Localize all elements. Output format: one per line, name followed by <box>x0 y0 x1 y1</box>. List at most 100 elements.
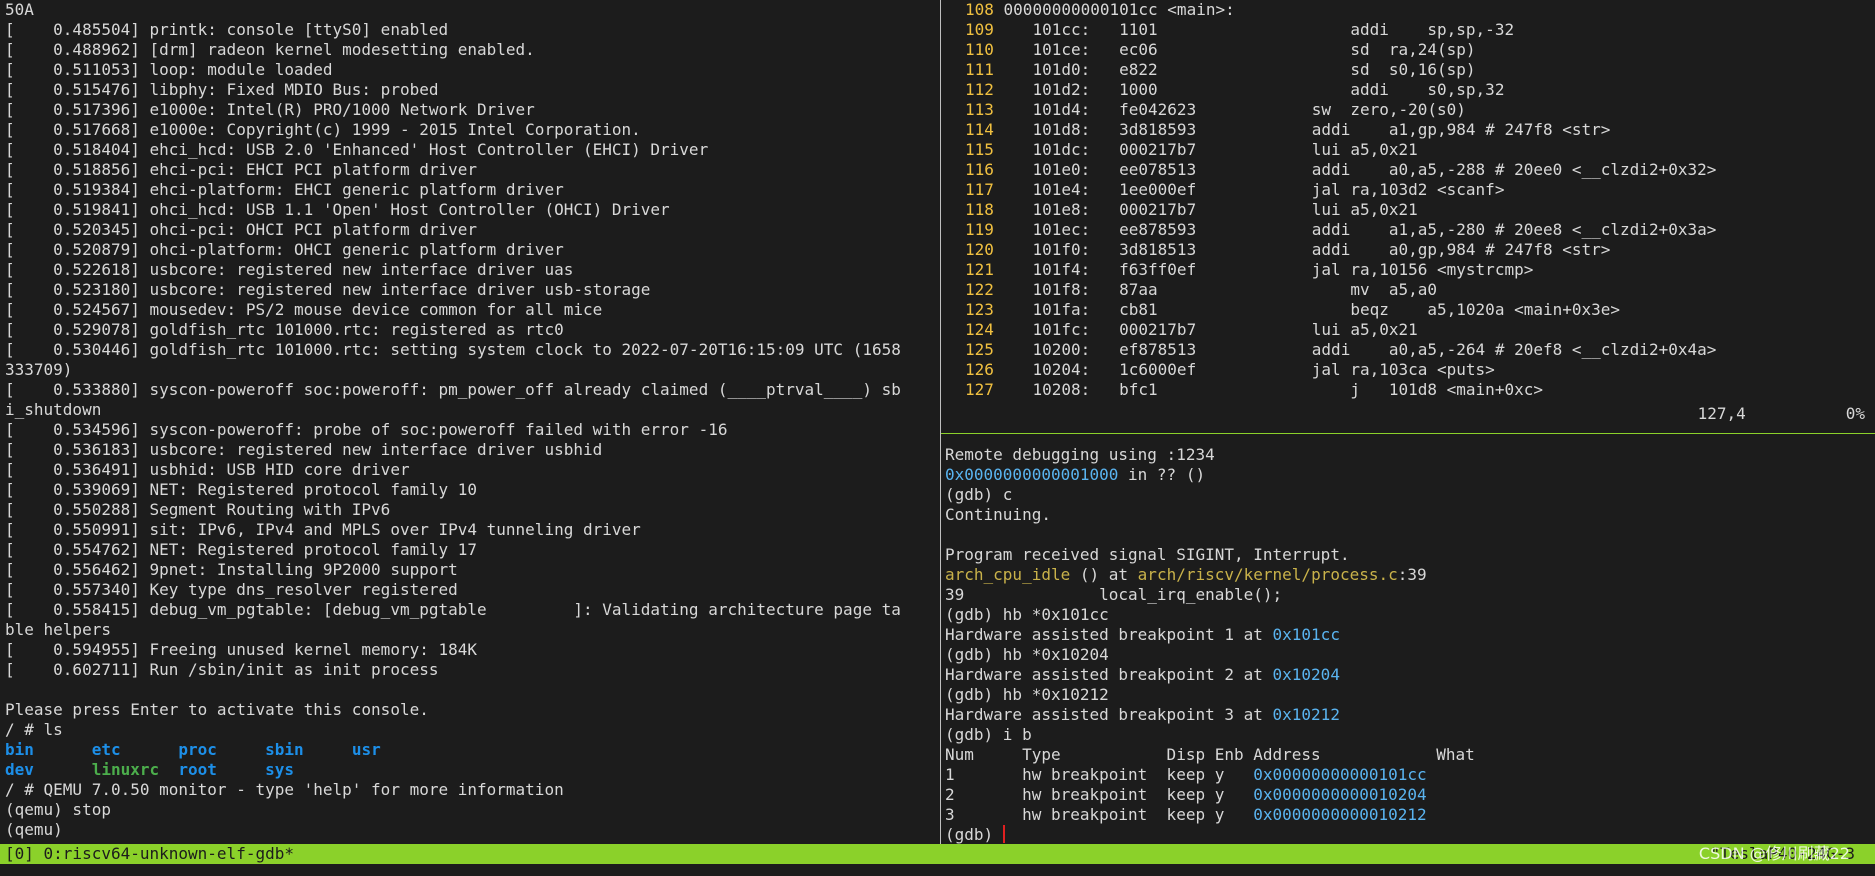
log-line: [ 0.517396] e1000e: Intel(R) PRO/1000 Ne… <box>5 100 535 119</box>
line-number: 122 <box>965 280 994 299</box>
line-number: 109 <box>965 20 994 39</box>
line-number: 111 <box>965 60 994 79</box>
code-line: 114 101d8: 3d818593 addi a1,gp,984 # 247… <box>965 120 1875 140</box>
log-line: [ 0.524567] mousedev: PS/2 mouse device … <box>5 300 603 319</box>
log-line: [ 0.534596] syscon-poweroff: probe of so… <box>5 420 728 439</box>
line-number: 116 <box>965 160 994 179</box>
tmux-window-tab[interactable]: [0] 0:riscv64-unknown-elf-gdb* <box>5 844 294 864</box>
breakpoint-row: 2 hw breakpoint keep y <box>945 785 1254 804</box>
log-line: [ 0.594955] Freeing unused kernel memory… <box>5 640 478 659</box>
gdb-output: Remote debugging using :1234 0x000000000… <box>945 437 1875 844</box>
log-line: [ 0.602711] Run /sbin/init as init proce… <box>5 660 439 679</box>
code-line: 113 101d4: fe042623 sw zero,-20(s0) <box>965 100 1875 120</box>
ls-entry-dir: root <box>178 760 217 779</box>
code-line: 108 00000000000101cc <main>: <box>965 0 1875 20</box>
log-line: [ 0.515476] libphy: Fixed MDIO Bus: prob… <box>5 80 439 99</box>
code-line: 126 10204: 1c6000ef jal ra,103ca <puts> <box>965 360 1875 380</box>
line-number: 117 <box>965 180 994 199</box>
pane-divider-vertical[interactable] <box>940 0 941 844</box>
log-line: [ 0.530446] goldfish_rtc 101000.rtc: set… <box>5 340 901 359</box>
gdb-pane[interactable]: Remote debugging using :1234 0x000000000… <box>945 437 1875 844</box>
line-number: 123 <box>965 300 994 319</box>
breakpoint-row: 1 hw breakpoint keep y <box>945 765 1254 784</box>
code-text: 101ec: ee878593 addi a1,a5,-280 # 20ee8 … <box>993 220 1717 239</box>
log-line: [ 0.533880] syscon-poweroff soc:poweroff… <box>5 380 901 399</box>
gdb-line: Hardware assisted breakpoint 1 at <box>945 625 1273 644</box>
gdb-function-name: arch_cpu_idle <box>945 565 1071 584</box>
text-cursor <box>1002 825 1005 843</box>
line-number: 126 <box>965 360 994 379</box>
line-number: 115 <box>965 140 994 159</box>
line-number: 118 <box>965 200 994 219</box>
code-line: 125 10200: ef878513 addi a0,a5,-264 # 20… <box>965 340 1875 360</box>
code-line: 124 101fc: 000217b7 lui a5,0x21 <box>965 320 1875 340</box>
gdb-prompt[interactable]: (gdb) <box>945 825 1003 844</box>
code-line: 122 101f8: 87aa mv a5,a0 <box>965 280 1875 300</box>
log-line: i_shutdown <box>5 400 102 419</box>
code-text: 101fa: cb81 beqz a5,1020a <main+0x3e> <box>993 300 1621 319</box>
ls-entry-dir: sbin <box>265 740 304 759</box>
qemu-monitor-prompt: (qemu) <box>5 820 63 839</box>
log-line: [ 0.519384] ehci-platform: EHCI generic … <box>5 180 564 199</box>
code-text: 101cc: 1101 addi sp,sp,-32 <box>993 20 1515 39</box>
code-text: 101f8: 87aa mv a5,a0 <box>993 280 1438 299</box>
gdb-line: :39 <box>1397 565 1427 584</box>
code-text: 101dc: 000217b7 lui a5,0x21 <box>993 140 1418 159</box>
log-line: [ 0.485504] printk: console [ttyS0] enab… <box>5 20 449 39</box>
line-number: 121 <box>965 260 994 279</box>
breakpoint-table-header: Num Type Disp Enb Address What <box>945 745 1475 764</box>
log-line: [ 0.554762] NET: Registered protocol fam… <box>5 540 478 559</box>
ls-entry-dir: usr <box>351 740 381 759</box>
shell-prompt-line: / # ls <box>5 720 63 739</box>
log-line: [ 0.522618] usbcore: registered new inte… <box>5 260 574 279</box>
log-line: [ 0.517668] e1000e: Copyright(c) 1999 - … <box>5 120 641 139</box>
qemu-monitor-line: (qemu) stop <box>5 800 111 819</box>
gdb-line: Hardware assisted breakpoint 2 at <box>945 665 1273 684</box>
ls-entry-dir: proc <box>178 740 217 759</box>
gdb-source-file: arch/riscv/kernel/process.c <box>1137 565 1398 584</box>
code-text: 101f4: f63ff0ef jal ra,10156 <mystrcmp> <box>993 260 1534 279</box>
line-number: 119 <box>965 220 994 239</box>
vim-disassembly-pane[interactable]: 108 00000000000101cc <main>: 109 101cc: 1… <box>945 0 1875 432</box>
qemu-console-pane[interactable]: 50A [ 0.485504] printk: console [ttyS0] … <box>0 0 940 844</box>
breakpoint-address: 0x00000000000101cc <box>1253 765 1427 784</box>
ls-entry-dir: sys <box>265 760 295 779</box>
log-line: [ 0.523180] usbcore: registered new inte… <box>5 280 651 299</box>
breakpoint-address: 0x0000000000010212 <box>1253 805 1427 824</box>
gdb-command: (gdb) hb *0x101cc <box>945 605 1109 624</box>
gdb-command: (gdb) hb *0x10204 <box>945 645 1109 664</box>
ls-entry-dir: bin <box>5 740 34 759</box>
gdb-line: in ?? () <box>1118 465 1206 484</box>
log-line: [ 0.539069] NET: Registered protocol fam… <box>5 480 478 499</box>
log-line: [ 0.536183] usbcore: registered new inte… <box>5 440 603 459</box>
gdb-address: 0x0000000000001000 <box>945 465 1119 484</box>
code-text: 101e8: 000217b7 lui a5,0x21 <box>993 200 1418 219</box>
line-number: 113 <box>965 100 994 119</box>
code-line: 116 101e0: ee078513 addi a0,a5,-288 # 20… <box>965 160 1875 180</box>
code-line: 120 101f0: 3d818513 addi a0,gp,984 # 247… <box>965 240 1875 260</box>
gdb-address: 0x10212 <box>1272 705 1340 724</box>
code-text: 101fc: 000217b7 lui a5,0x21 <box>993 320 1418 339</box>
log-line: [ 0.511053] loop: module loaded <box>5 60 333 79</box>
line-number: 114 <box>965 120 994 139</box>
line-number: 108 <box>965 0 994 19</box>
ruler-position: 127,4 <box>1697 404 1746 423</box>
log-line: [ 0.550288] Segment Routing with IPv6 <box>5 500 391 519</box>
code-text: 10208: bfc1 j 101d8 <main+0xc> <box>993 380 1543 399</box>
gdb-line: Continuing. <box>945 505 1051 524</box>
code-line: 127 10208: bfc1 j 101d8 <main+0xc> <box>965 380 1875 400</box>
log-line: ble helpers <box>5 620 111 639</box>
code-line: 121 101f4: f63ff0ef jal ra,10156 <mystrc… <box>965 260 1875 280</box>
log-line: [ 0.488962] [drm] radeon kernel modesett… <box>5 40 535 59</box>
pane-divider-horizontal[interactable] <box>941 433 1875 434</box>
gdb-address: 0x101cc <box>1272 625 1340 644</box>
kernel-log: 50A [ 0.485504] printk: console [ttyS0] … <box>0 0 940 840</box>
ls-entry-exe: linuxrc <box>91 760 160 779</box>
code-line: 123 101fa: cb81 beqz a5,1020a <main+0x3e… <box>965 300 1875 320</box>
gdb-line: Program received signal SIGINT, Interrup… <box>945 545 1350 564</box>
line-number: 110 <box>965 40 994 59</box>
gdb-source-line: 39 local_irq_enable(); <box>945 585 1283 604</box>
code-text: 101ce: ec06 sd ra,24(sp) <box>993 40 1476 59</box>
log-line: [ 0.556462] 9pnet: Installing 9P2000 sup… <box>5 560 458 579</box>
gdb-line: () at <box>1070 565 1138 584</box>
